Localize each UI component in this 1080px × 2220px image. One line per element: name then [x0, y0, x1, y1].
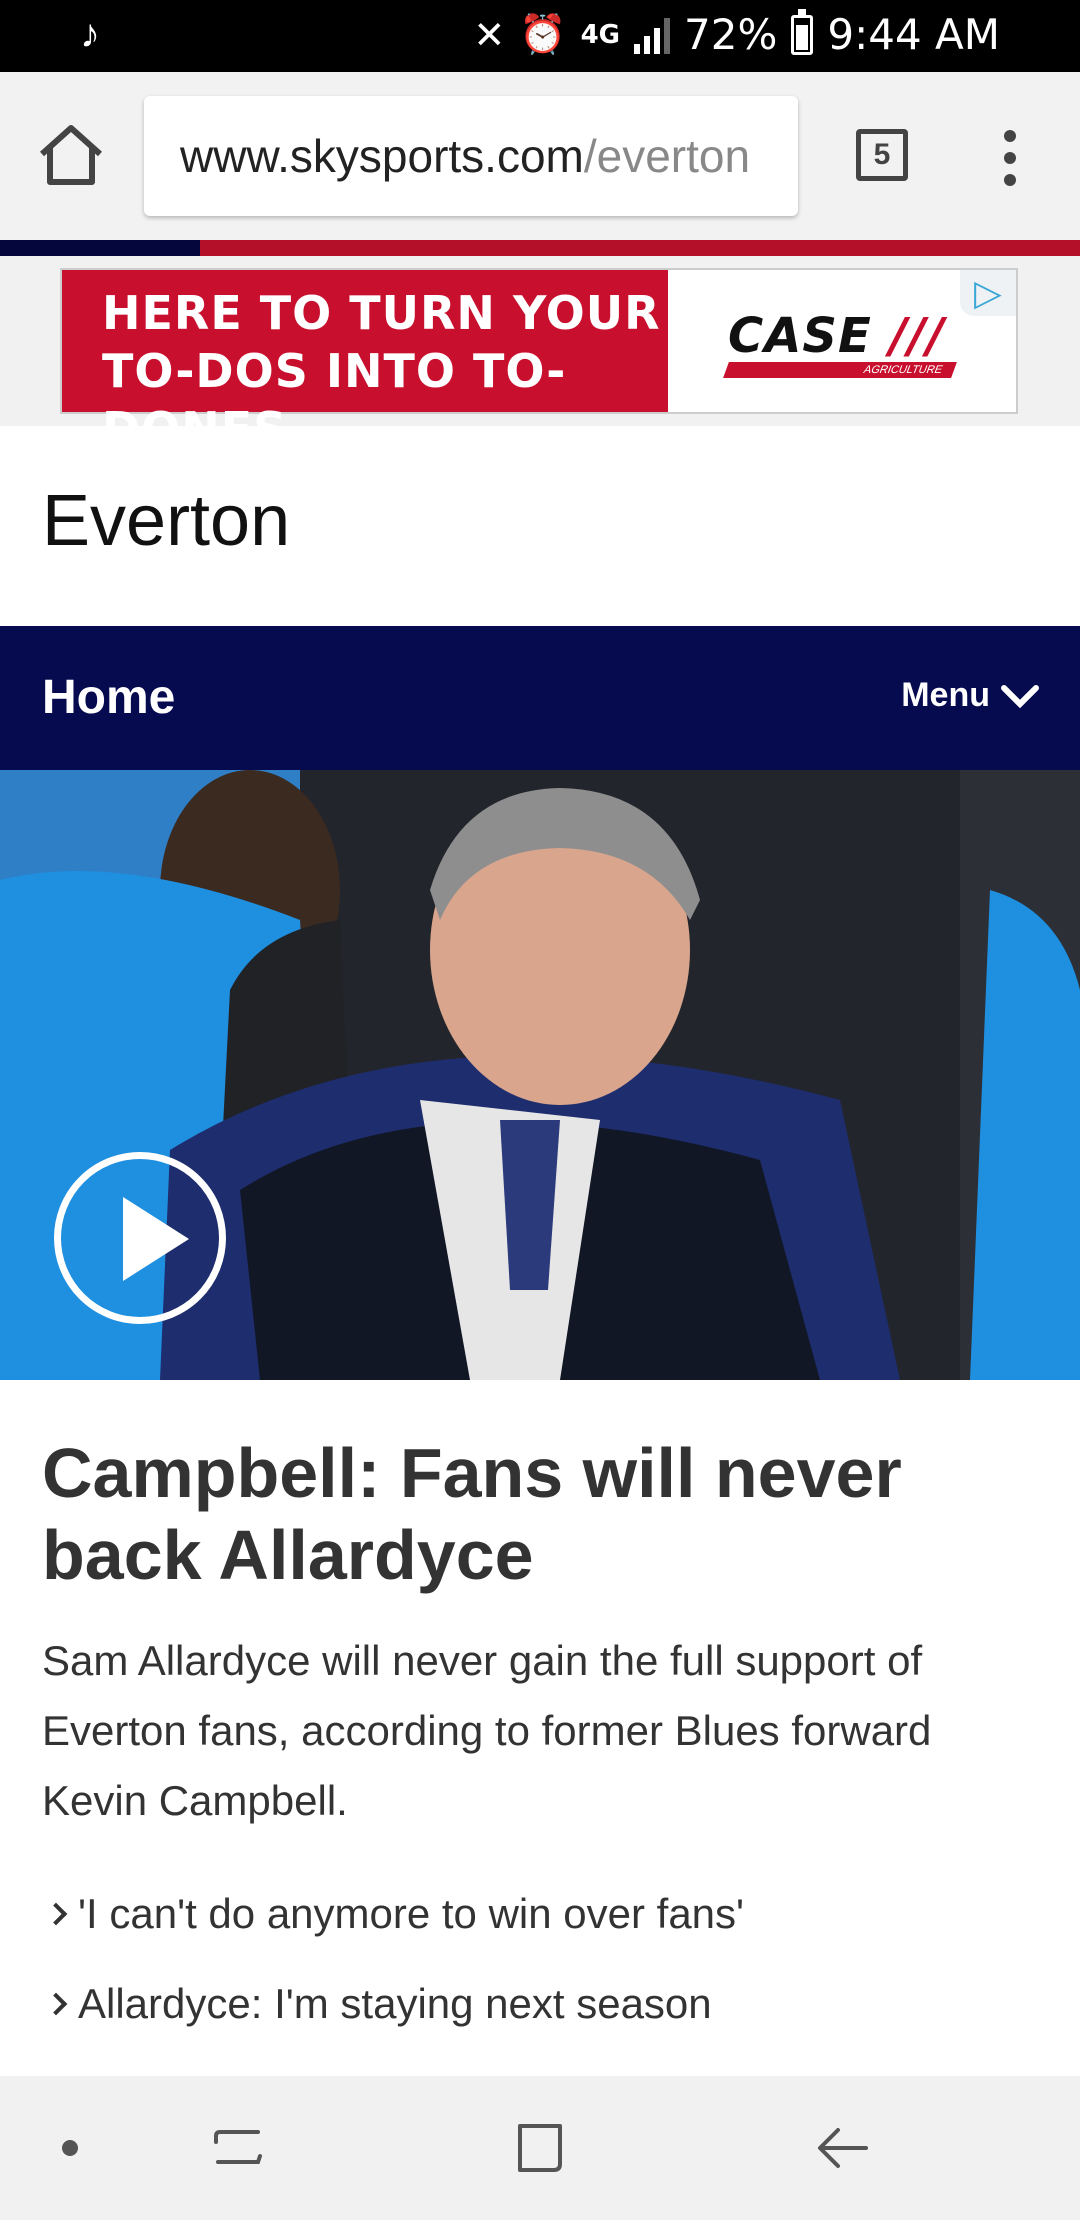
browser-toolbar: www.skysports.com/everton 5 — [0, 72, 1080, 240]
status-bar: ♪ ✕ ⏰ 4G 72% 9:44 AM — [0, 0, 1080, 72]
clock: 9:44 AM — [827, 10, 1000, 59]
nav-menu-button[interactable]: Menu — [901, 676, 1040, 715]
ad-brand-logo: CASE /// — [728, 308, 946, 364]
ad-brand-panel: CASE /// AGRICULTURE ▷ — [668, 270, 1016, 412]
system-nav-bar — [0, 2076, 1080, 2220]
article-summary: Sam Allardyce will never gain the full s… — [42, 1637, 932, 1824]
network-type: 4G — [580, 19, 620, 50]
related-link[interactable]: 'I can't do anymore to win over fans' — [42, 1890, 744, 1938]
tab-switcher-button[interactable]: 5 — [856, 129, 908, 181]
home-icon[interactable] — [36, 120, 106, 190]
related-link-label: 'I can't do anymore to win over fans' — [78, 1890, 745, 1937]
chevron-down-icon — [1001, 684, 1039, 708]
url-path: /everton — [583, 130, 751, 182]
nav-menu-label: Menu — [901, 676, 990, 714]
url-bar[interactable]: www.skysports.com/everton — [144, 96, 798, 216]
more-options-icon[interactable] — [996, 130, 1024, 186]
ad-line-2: TO-DOS INTO TO-DONES. — [102, 344, 567, 456]
ad-brand-subtitle: AGRICULTURE — [723, 362, 957, 378]
related-link[interactable]: Allardyce: I'm staying next season — [42, 1980, 712, 2028]
back-arrow-icon[interactable] — [810, 2116, 874, 2180]
ad-copy: HERE TO TURN YOUR TO-DOS INTO TO-DONES. — [62, 270, 668, 456]
play-video-button[interactable] — [54, 1152, 226, 1324]
battery-icon — [791, 8, 814, 55]
music-note-icon: ♪ — [80, 12, 100, 56]
page-title: Everton — [42, 481, 291, 561]
related-link-label: Allardyce: I'm staying next season — [78, 1980, 712, 2027]
home-square-icon[interactable] — [508, 2116, 572, 2180]
vibrate-mute-icon: ✕ — [473, 12, 506, 57]
chevron-right-icon — [44, 1992, 68, 2016]
battery-percent: 72% — [684, 10, 778, 59]
article-headline[interactable]: Campbell: Fans will never back Allardyce — [42, 1432, 1042, 1596]
site-stripe — [0, 240, 1080, 256]
chevron-right-icon — [44, 1902, 68, 1926]
ad-line-1: HERE TO TURN YOUR — [102, 286, 661, 340]
dot-indicator-icon — [62, 2140, 78, 2156]
nav-home-link[interactable]: Home — [42, 670, 175, 725]
recent-apps-icon[interactable] — [206, 2116, 270, 2180]
ad-banner[interactable]: HERE TO TURN YOUR TO-DOS INTO TO-DONES. … — [60, 268, 1018, 456]
status-icons: ✕ ⏰ 4G 72% 9:44 AM — [473, 8, 1000, 59]
url-host: www.skysports.com — [180, 130, 584, 182]
adchoices-icon[interactable]: ▷ — [960, 270, 1016, 316]
alarm-icon: ⏰ — [519, 12, 567, 56]
club-nav: Home Menu — [0, 626, 1080, 770]
signal-icon — [634, 16, 670, 54]
ad-area: HERE TO TURN YOUR TO-DOS INTO TO-DONES. … — [0, 256, 1080, 456]
